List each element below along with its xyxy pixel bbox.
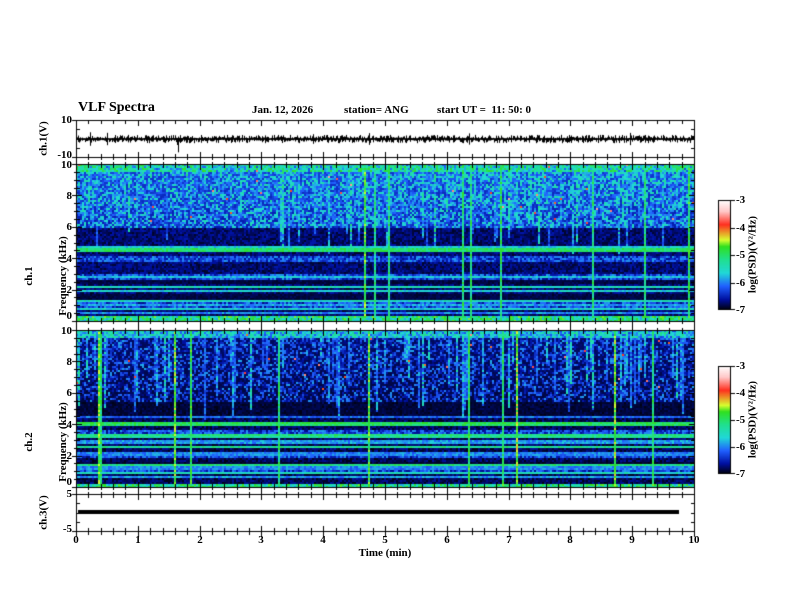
colorbar2-tick-label: -3	[736, 360, 746, 372]
spec1-ytick-label: 8	[66, 190, 73, 202]
page-title: VLF Spectra	[78, 100, 155, 115]
x-tick-label: 3	[258, 534, 264, 546]
colorbar1-label: log(PSD)(V²/Hz)	[746, 215, 759, 294]
header-start-ut: start UT = 11: 50: 0	[437, 104, 532, 116]
spec2-ytick-label: 2	[66, 450, 73, 462]
ch1v-ytick-top: 10	[61, 114, 72, 126]
x-tick-label: 2	[197, 534, 203, 546]
spec2-ytick-label: 10	[61, 325, 72, 337]
spec1-ytick-label: 6	[66, 221, 73, 233]
spec2-axis-label: ch.2 Frequency (kHz)	[1, 397, 91, 487]
x-tick-label: 9	[629, 534, 635, 546]
spec1-ytick-label: 4	[66, 253, 73, 265]
spec1-ytick-label: 10	[61, 159, 72, 171]
ch3v-ytick-bottom: -5	[62, 523, 72, 535]
x-tick-label: 0	[73, 534, 79, 546]
colorbar2-label: log(PSD)(V²/Hz)	[746, 380, 759, 459]
colorbar1-tick-label: -6	[736, 277, 746, 289]
x-tick-label: 1	[135, 534, 141, 546]
x-tick-label: 6	[444, 534, 450, 546]
x-tick-label: 7	[506, 534, 512, 546]
spec1-axis-label-line2: Frequency (kHz)	[57, 236, 69, 316]
colorbar1-tick-label: -3	[736, 194, 746, 206]
spec2-ytick-label: 8	[66, 356, 73, 368]
spec2-ytick-label: 4	[66, 419, 73, 431]
x-tick-label: 8	[567, 534, 573, 546]
colorbar2-tick-label: -4	[736, 387, 746, 399]
header-date: Jan. 12, 2026	[252, 104, 314, 116]
plot-canvas	[0, 0, 792, 612]
spec2-axis-label-line1: ch.2	[23, 432, 35, 452]
spec1-ytick-label: 2	[66, 284, 73, 296]
spec2-axis-label-line2: Frequency (kHz)	[57, 402, 69, 482]
spec1-ytick-label: 0	[66, 310, 73, 322]
x-tick-label: 10	[688, 534, 700, 546]
colorbar1-tick-label: -5	[736, 249, 746, 261]
colorbar2-tick-label: -7	[736, 468, 746, 480]
colorbar2-tick-label: -6	[736, 441, 746, 453]
colorbar2-tick-label: -5	[736, 414, 746, 426]
spec1-axis-label-line1: ch.1	[23, 266, 35, 286]
colorbar1-tick-label: -4	[736, 222, 746, 234]
ch3v-ytick-top: 5	[66, 488, 73, 500]
x-tick-label: 4	[320, 534, 326, 546]
spec1-axis-label: ch.1 Frequency (kHz)	[1, 231, 91, 321]
colorbar1-tick-label: -7	[736, 304, 746, 316]
x-axis-label: Time (min)	[358, 547, 412, 559]
spec2-ytick-label: 6	[66, 387, 73, 399]
x-tick-label: 5	[382, 534, 388, 546]
header-station: station= ANG	[344, 104, 409, 116]
spec2-ytick-label: 0	[66, 476, 73, 488]
vlf-spectra-figure: VLF Spectra Jan. 12, 2026 station= ANG s…	[0, 0, 792, 612]
